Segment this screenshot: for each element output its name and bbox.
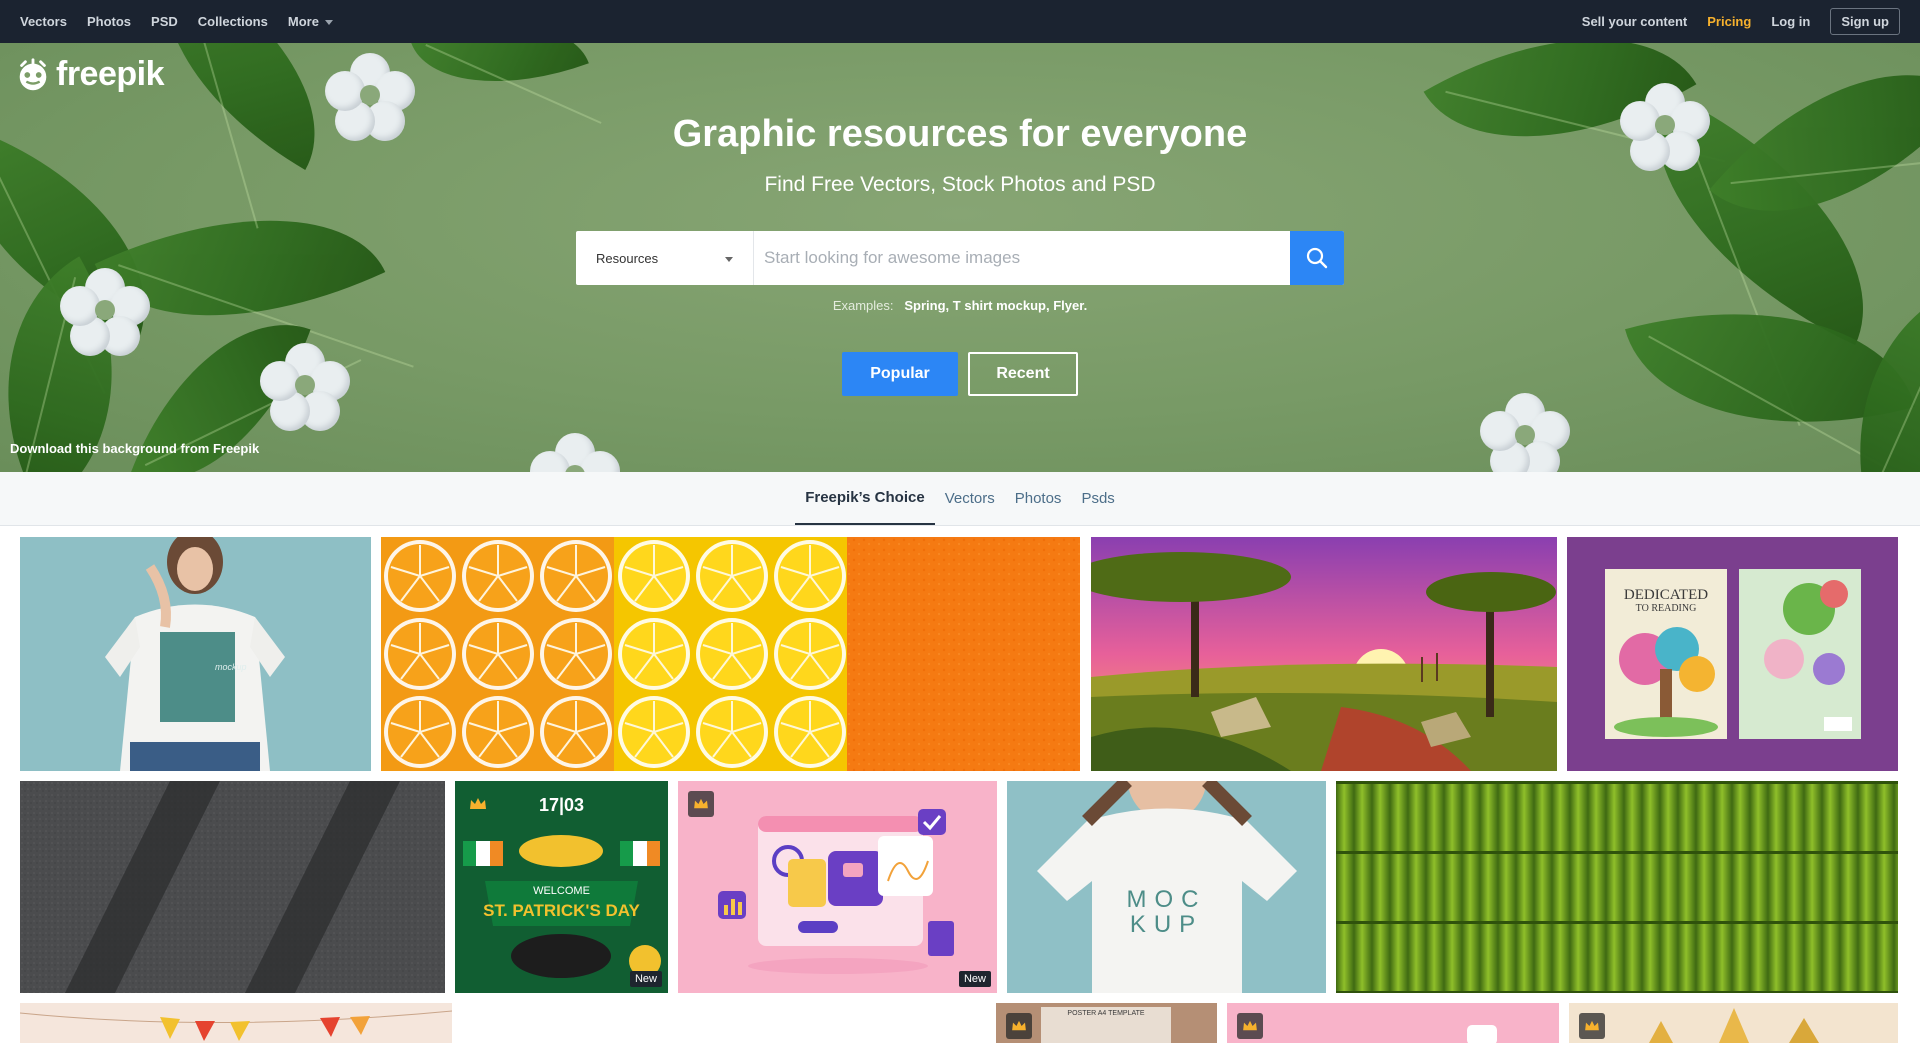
- nav-collections[interactable]: Collections: [198, 14, 268, 29]
- book-illustration: [1614, 627, 1718, 737]
- example-flyer[interactable]: Flyer.: [1053, 298, 1087, 313]
- nav-pricing[interactable]: Pricing: [1707, 14, 1751, 29]
- savanna-sunset-image: [1091, 537, 1557, 771]
- image-tile-bunting[interactable]: [20, 1003, 452, 1043]
- flower-decoration: [60, 268, 150, 358]
- image-tile-tshirt-mockup-2[interactable]: MOC KUP: [1007, 781, 1326, 993]
- example-tshirt-mockup[interactable]: T shirt mockup: [953, 298, 1046, 313]
- nav-vectors[interactable]: Vectors: [20, 14, 67, 29]
- pink-illustration-shape: [1467, 1025, 1497, 1043]
- category-tabs: Freepik’s Choice Vectors Photos Psds: [0, 472, 1920, 526]
- freepik-logo[interactable]: freepik: [14, 55, 165, 94]
- freepik-logo-icon: [19, 57, 47, 90]
- logo-text: freepik: [56, 55, 165, 93]
- tshirt-mockup-image: [105, 537, 285, 771]
- new-badge: New: [629, 971, 662, 987]
- patrick-welcome: WELCOME: [533, 885, 590, 897]
- nav-right: Sell your content Pricing Log in Sign up: [1582, 8, 1900, 35]
- nav-psd[interactable]: PSD: [151, 14, 178, 29]
- book-subtitle: TO READING: [1635, 603, 1697, 614]
- dashboard-illustration: [718, 809, 954, 974]
- book-cover-left: DEDICATED TO READING: [1605, 569, 1727, 739]
- image-tile-ui-illustration[interactable]: New: [678, 781, 997, 993]
- image-tile-tshirt-mockup[interactable]: mockup: [20, 537, 371, 771]
- hero-banner: freepik Graphic resources for everyone F…: [0, 43, 1920, 472]
- image-tile-poster-template[interactable]: POSTER A4 TEMPLATE: [996, 1003, 1217, 1043]
- image-tile-bamboo[interactable]: [1336, 781, 1898, 993]
- leaf-decoration: [411, 43, 589, 118]
- image-tile-pink-illustration[interactable]: [1227, 1003, 1559, 1043]
- tab-psds[interactable]: Psds: [1071, 472, 1124, 525]
- flower-decoration: [260, 343, 350, 433]
- premium-crown-icon: [1006, 1013, 1032, 1039]
- book-cover-right: [1739, 569, 1861, 739]
- sort-buttons: Popular Recent: [842, 352, 1078, 396]
- citrus-slices-image: [381, 537, 1080, 771]
- flower-decoration: [1480, 393, 1570, 472]
- background-credit-link[interactable]: Download this background from Freepik: [10, 441, 259, 456]
- flower-decoration: [530, 433, 620, 472]
- patrick-title: ST. PATRICK'S DAY: [483, 901, 640, 920]
- page-subtitle: Find Free Vectors, Stock Photos and PSD: [764, 173, 1156, 196]
- tab-photos[interactable]: Photos: [1005, 472, 1072, 525]
- search-bar: Resources: [576, 231, 1344, 285]
- popular-button[interactable]: Popular: [842, 352, 958, 396]
- image-tile-golden-decoration[interactable]: [1569, 1003, 1898, 1043]
- image-tile-tire-tracks[interactable]: [20, 781, 445, 993]
- book-title: DEDICATED: [1623, 587, 1709, 603]
- chevron-down-icon: [725, 256, 733, 262]
- search-examples: Examples: Spring, T shirt mockup, Flyer.: [832, 298, 1088, 313]
- nav-login[interactable]: Log in: [1771, 14, 1810, 29]
- bunting-image: [20, 1010, 452, 1041]
- crown-icon: [1243, 1020, 1257, 1031]
- book-illustration-right: [1764, 580, 1852, 731]
- mockup-text-line1: MOC: [1126, 886, 1207, 913]
- image-tile-book-covers[interactable]: DEDICATED TO READING: [1567, 537, 1898, 771]
- premium-crown-icon: [1237, 1013, 1263, 1039]
- recent-button[interactable]: Recent: [968, 352, 1078, 396]
- new-badge: New: [958, 971, 991, 987]
- nav-more-label: More: [287, 14, 319, 29]
- search-icon: [1306, 247, 1328, 269]
- image-tile-savanna-landscape[interactable]: [1091, 537, 1557, 771]
- nav-sell-content[interactable]: Sell your content: [1582, 14, 1687, 29]
- nav-left: Vectors Photos PSD Collections More: [20, 14, 333, 29]
- tab-vectors[interactable]: Vectors: [935, 472, 1005, 525]
- search-button[interactable]: [1290, 231, 1344, 285]
- mockup-text-line2: KUP: [1129, 911, 1204, 938]
- page-title: Graphic resources for everyone: [672, 113, 1248, 155]
- image-tile-citrus-pattern[interactable]: [381, 537, 1080, 771]
- nav-signup-button[interactable]: Sign up: [1830, 8, 1900, 35]
- bamboo-image: [1336, 781, 1898, 993]
- crown-icon: [1012, 1020, 1026, 1031]
- poster-label: POSTER A4 TEMPLATE: [1041, 1007, 1171, 1043]
- image-tile-st-patricks-day[interactable]: 17|03 WELCOME ST. PATRICK'S DAY New: [455, 781, 668, 993]
- golden-decoration-image: [1649, 1008, 1819, 1043]
- nav-photos[interactable]: Photos: [87, 14, 131, 29]
- top-nav: Vectors Photos PSD Collections More Sell…: [0, 0, 1920, 43]
- tire-tracks-image: [20, 781, 445, 993]
- resource-type-select[interactable]: Resources: [576, 231, 754, 285]
- tab-freepiks-choice[interactable]: Freepik’s Choice: [795, 472, 935, 525]
- mockup-label: mockup: [215, 662, 247, 672]
- nav-more[interactable]: More: [288, 14, 333, 29]
- examples-label: Examples:: [832, 298, 894, 313]
- search-input[interactable]: [754, 231, 1290, 285]
- resource-type-value: Resources: [596, 250, 659, 266]
- chevron-down-icon: [324, 20, 333, 25]
- example-spring[interactable]: Spring: [904, 298, 945, 313]
